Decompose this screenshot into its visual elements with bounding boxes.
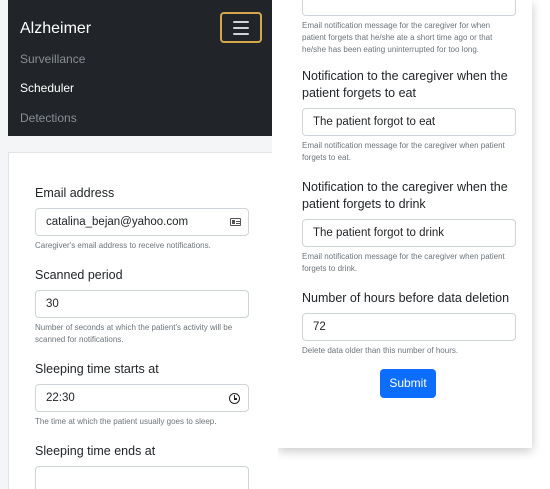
deletion-hours-field[interactable]: 72: [302, 313, 516, 341]
sleep-start-value: 22:30: [46, 392, 75, 404]
sleep-start-field[interactable]: 22:30: [35, 384, 249, 412]
clock-icon[interactable]: [229, 393, 240, 404]
settings-card-left: Email address catalina_bejan@yahoo.com C…: [8, 152, 272, 489]
forgot-drink-field[interactable]: The patient forgot to drink: [302, 219, 516, 247]
forgot-drink-help: Email notification message for the careg…: [302, 252, 505, 273]
contact-card-icon: [230, 218, 241, 226]
email-help: Caregiver's email address to receive not…: [35, 241, 211, 250]
nav-link-surveillance[interactable]: Surveillance: [20, 52, 85, 66]
forgot-eat-help: Email notification message for the careg…: [302, 141, 505, 162]
sleep-end-field[interactable]: [35, 466, 249, 489]
scanned-period-label: Scanned period: [35, 268, 123, 282]
scanned-period-help: Number of seconds at which the patient's…: [35, 323, 233, 344]
email-label: Email address: [35, 186, 115, 200]
forgot-eat-label: Notification to the caregiver when the p…: [302, 69, 508, 100]
forgot-drink-label: Notification to the caregiver when the p…: [302, 180, 508, 211]
eat-duration-field[interactable]: [302, 0, 516, 16]
scanned-period-group: Scanned period 30 Number of seconds at w…: [35, 267, 249, 346]
forgot-eat-value: The patient forgot to eat: [313, 116, 436, 128]
sleep-start-help: The time at which the patient usually go…: [35, 417, 217, 426]
forgot-drink-value: The patient forgot to drink: [313, 227, 445, 239]
sleep-start-label: Sleeping time starts at: [35, 362, 159, 376]
email-group: Email address catalina_bejan@yahoo.com C…: [35, 185, 249, 252]
eat-duration-group: Email notification message for the careg…: [302, 0, 516, 56]
left-screen: Alzheimer Surveillance Scheduler Detecti…: [0, 0, 272, 489]
navbar-toggler-button[interactable]: [220, 12, 262, 43]
sleep-end-label: Sleeping time ends at: [35, 444, 156, 458]
sleep-start-group: Sleeping time starts at 22:30 The time a…: [35, 361, 249, 428]
email-field[interactable]: catalina_bejan@yahoo.com: [35, 208, 249, 236]
hamburger-bar: [233, 33, 249, 35]
deletion-hours-label: Number of hours before data deletion: [302, 291, 510, 305]
settings-card-right: Email notification message for the careg…: [278, 0, 532, 448]
settings-form-continued: Email notification message for the careg…: [302, 0, 516, 398]
sleep-end-group: Sleeping time ends at: [35, 443, 249, 489]
deletion-hours-value: 72: [313, 321, 326, 333]
right-screen: Email notification message for the careg…: [278, 0, 550, 489]
deletion-hours-group: Number of hours before data deletion 72 …: [302, 290, 516, 357]
eat-duration-help: Email notification message for the careg…: [302, 21, 493, 54]
settings-form: Email address catalina_bejan@yahoo.com C…: [35, 185, 249, 489]
brand-title[interactable]: Alzheimer: [20, 20, 91, 38]
hamburger-bar: [233, 27, 249, 29]
forgot-eat-group: Notification to the caregiver when the p…: [302, 68, 516, 164]
scanned-period-value: 30: [46, 298, 59, 310]
forgot-eat-field[interactable]: The patient forgot to eat: [302, 108, 516, 136]
scanned-period-field[interactable]: 30: [35, 290, 249, 318]
nav-link-scheduler[interactable]: Scheduler: [20, 81, 74, 95]
submit-button[interactable]: Submit: [380, 369, 436, 398]
deletion-hours-help: Delete data older than this number of ho…: [302, 346, 459, 355]
nav-link-detections[interactable]: Detections: [20, 111, 77, 125]
navbar: Alzheimer Surveillance Scheduler Detecti…: [8, 0, 272, 136]
email-value: catalina_bejan@yahoo.com: [46, 216, 189, 228]
hamburger-bar: [233, 21, 249, 23]
forgot-drink-group: Notification to the caregiver when the p…: [302, 179, 516, 275]
